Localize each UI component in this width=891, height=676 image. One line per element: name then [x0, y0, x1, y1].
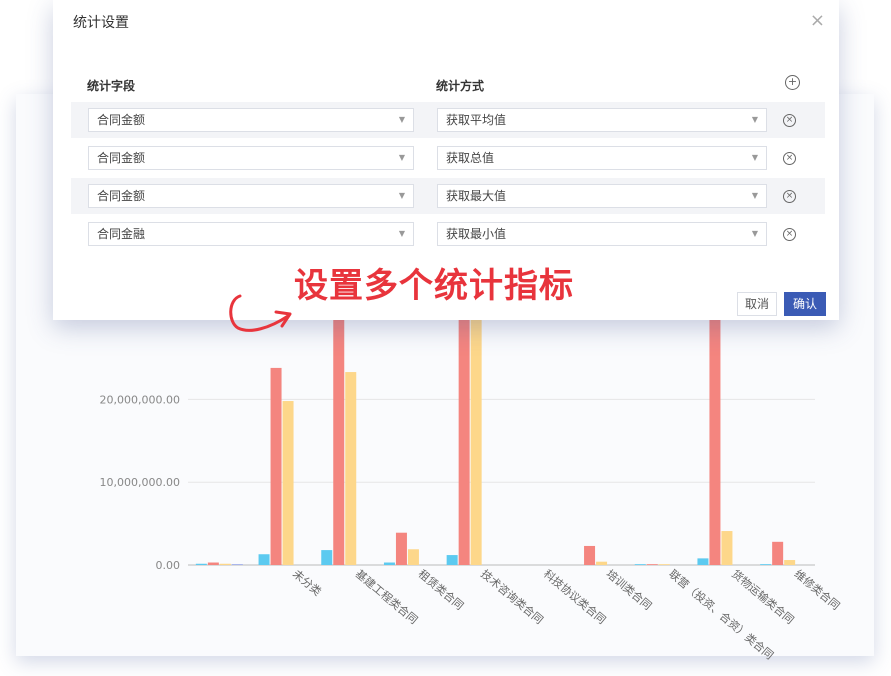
- y-tick-label: 20,000,000.00: [100, 393, 180, 406]
- bar: [345, 372, 357, 565]
- method-select-value: 获取总值: [446, 151, 495, 165]
- field-select-value: 合同金融: [97, 227, 146, 241]
- bar: [231, 564, 243, 565]
- stat-row: 合同金额 ▼ 获取平均值 ▼ ×: [71, 102, 825, 138]
- hand-drawn-arrow-icon: [229, 294, 292, 332]
- bar: [646, 564, 658, 565]
- field-column-header: 统计字段: [87, 79, 136, 93]
- bar: [407, 549, 419, 565]
- x-tick-label: 租赁类合同: [416, 567, 467, 613]
- bar: [470, 300, 482, 565]
- method-column-header: 统计方式: [436, 79, 485, 93]
- bar: [333, 300, 345, 565]
- field-select-value: 合同金额: [97, 151, 146, 165]
- bar: [195, 563, 207, 565]
- chevron-down-icon: ▼: [751, 153, 758, 162]
- bar: [458, 300, 470, 565]
- bar: [697, 558, 709, 565]
- remove-row-icon[interactable]: ×: [783, 114, 796, 127]
- field-select[interactable]: 合同金额 ▼: [88, 184, 414, 208]
- bar: [596, 561, 608, 565]
- bar: [270, 367, 282, 565]
- chevron-down-icon: ▼: [751, 115, 758, 124]
- stat-row: 合同金融 ▼ 获取最小值 ▼ ×: [71, 216, 825, 252]
- bar: [282, 401, 294, 565]
- x-tick-label: 基建工程类合同: [353, 567, 421, 627]
- bar: [446, 555, 458, 565]
- x-tick-label: 科技协议类合同: [541, 567, 609, 627]
- remove-row-icon[interactable]: ×: [783, 228, 796, 241]
- stat-row: 合同金额 ▼ 获取最大值 ▼ ×: [71, 178, 825, 214]
- bar: [658, 564, 670, 565]
- x-tick-label: 维修类合同: [792, 567, 843, 613]
- bar: [760, 564, 772, 565]
- field-select[interactable]: 合同金融 ▼: [88, 222, 414, 246]
- confirm-button[interactable]: 确认: [784, 292, 826, 316]
- field-select-value: 合同金额: [97, 189, 146, 203]
- chevron-down-icon: ▼: [398, 153, 405, 162]
- bar: [721, 531, 733, 565]
- bar: [395, 532, 407, 565]
- chevron-down-icon: ▼: [751, 229, 758, 238]
- bar: [321, 550, 333, 565]
- bar: [709, 300, 721, 565]
- remove-row-icon[interactable]: ×: [783, 152, 796, 165]
- method-select[interactable]: 获取最小值 ▼: [437, 222, 767, 246]
- add-row-icon[interactable]: +: [785, 75, 800, 90]
- bar: [784, 560, 796, 565]
- bar: [219, 563, 231, 565]
- chevron-down-icon: ▼: [751, 191, 758, 200]
- y-tick-label: 0.00: [156, 559, 181, 572]
- x-tick-label: 技术咨询类合同: [478, 567, 546, 627]
- x-tick-label: 货物运输类合同: [729, 567, 797, 627]
- bar: [383, 562, 395, 565]
- field-select-value: 合同金额: [97, 113, 146, 127]
- method-select-value: 获取平均值: [446, 113, 507, 127]
- method-select[interactable]: 获取总值 ▼: [437, 146, 767, 170]
- bar: [772, 541, 784, 565]
- field-select[interactable]: 合同金额 ▼: [88, 108, 414, 132]
- field-select[interactable]: 合同金额 ▼: [88, 146, 414, 170]
- x-tick-label: 联营（投资、合资）类合同: [666, 567, 776, 663]
- chevron-down-icon: ▼: [398, 229, 405, 238]
- bar: [258, 554, 270, 565]
- bar: [584, 545, 596, 565]
- bar: [634, 564, 646, 565]
- cancel-button[interactable]: 取消: [737, 292, 777, 316]
- method-select[interactable]: 获取最大值 ▼: [437, 184, 767, 208]
- remove-row-icon[interactable]: ×: [783, 190, 796, 203]
- chevron-down-icon: ▼: [398, 191, 405, 200]
- x-tick-label: 培训类合同: [604, 567, 655, 613]
- bar: [207, 562, 219, 565]
- method-select[interactable]: 获取平均值 ▼: [437, 108, 767, 132]
- annotation-callout: 设置多个统计指标: [294, 266, 574, 306]
- dialog-title: 统计设置: [73, 15, 129, 31]
- close-icon[interactable]: ×: [810, 12, 825, 30]
- method-select-value: 获取最大值: [446, 189, 507, 203]
- stat-row: 合同金额 ▼ 获取总值 ▼ ×: [71, 140, 825, 176]
- y-tick-label: 10,000,000.00: [100, 476, 180, 489]
- method-select-value: 获取最小值: [446, 227, 507, 241]
- x-tick-label: 未分类: [290, 567, 324, 599]
- chevron-down-icon: ▼: [398, 115, 405, 124]
